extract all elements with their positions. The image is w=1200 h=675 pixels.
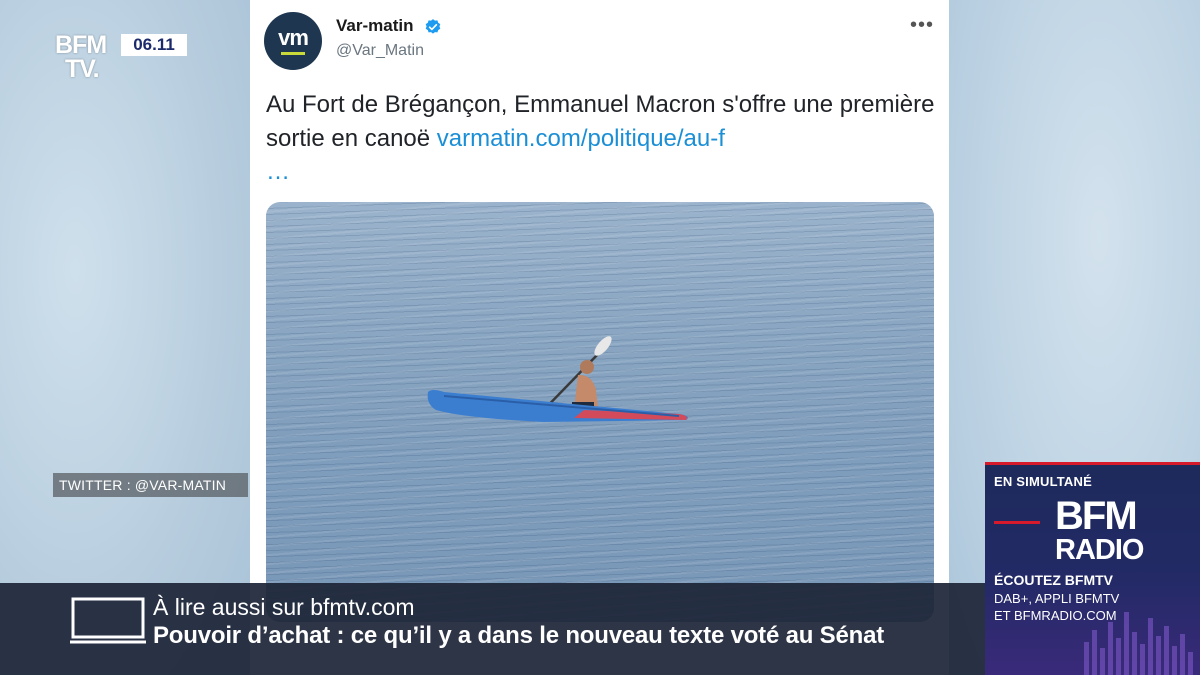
tweet-link[interactable]: varmatin.com/politique/au-f [437,125,725,152]
background-left [0,0,250,675]
bfmtv-logo: BFM TV. [55,33,115,85]
tweet-ellipsis: … [266,158,291,185]
radio-red-divider [994,521,1040,524]
more-options-icon[interactable]: ••• [910,14,934,37]
source-tag: TWITTER : @VAR-MATIN [53,473,248,497]
tweet-photo[interactable] [266,202,934,622]
logo-line-2: TV. [65,55,100,83]
account-handle[interactable]: @Var_Matin [336,42,424,60]
tv-screen-icon [70,597,146,644]
broadcast-clock: 06.11 [121,34,187,56]
radio-promo: EN SIMULTANÉ BFM RADIO ÉCOUTEZ BFMTV DAB… [985,462,1200,675]
radio-listen-text: ÉCOUTEZ BFMTV [994,572,1113,588]
account-name[interactable]: Var-matin [336,16,413,36]
verified-badge-icon [425,19,441,34]
tweet-card: vm Var-matin @Var_Matin ••• Au Fort de B… [250,0,949,675]
radio-platforms-text: DAB+, APPLI BFMTV [994,591,1120,606]
avatar[interactable]: vm [264,12,322,70]
bfm-radio-logo-bottom: RADIO [1055,534,1144,566]
banner-kicker: À lire aussi sur bfmtv.com [153,594,415,620]
banner-headline: Pouvoir d’achat : ce qu’il y a dans le n… [153,622,885,649]
tweet-text: Au Fort de Brégançon, Emmanuel Macron s'… [266,88,936,156]
avatar-initials: vm [278,25,309,50]
radio-website-text: ET BFMRADIO.COM [994,608,1117,623]
kayak-paddler-image [427,336,688,422]
avatar-underline [281,52,305,55]
radio-top-stripe [985,462,1200,465]
bfm-radio-logo-top: BFM [1055,494,1138,538]
simulcast-label: EN SIMULTANÉ [994,474,1092,489]
